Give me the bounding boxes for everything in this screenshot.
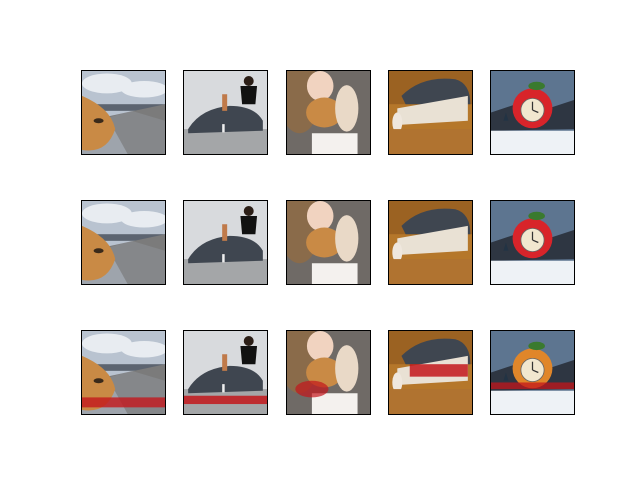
thumbnail-image (184, 71, 267, 154)
thumbnail-image (491, 331, 574, 414)
thumbnail-train-on-bridge-with-animal-face-row-2 (81, 200, 166, 285)
thumbnail-skateboarder-over-elephant-row-3 (183, 330, 268, 415)
thumbnail-apple-shaped-clock-in-snow-row-3 (490, 330, 575, 415)
thumbnail-elephant-over-crates-row-3 (388, 330, 473, 415)
thumbnail-image (184, 201, 267, 284)
thumbnail-skateboarder-over-elephant-row-2 (183, 200, 268, 285)
image-grid-figure (0, 0, 640, 480)
thumbnail-image (389, 71, 472, 154)
thumbnail-train-on-bridge-with-animal-face-row-1 (81, 70, 166, 155)
thumbnail-image (491, 201, 574, 284)
thumbnail-image (184, 331, 267, 414)
thumbnail-image (287, 71, 370, 154)
thumbnail-image (287, 331, 370, 414)
thumbnail-image (82, 201, 165, 284)
thumbnail-woman-holding-dogs-row-1 (286, 70, 371, 155)
thumbnail-image (82, 71, 165, 154)
thumbnail-woman-holding-dogs-row-2 (286, 200, 371, 285)
thumbnail-apple-shaped-clock-in-snow-row-2 (490, 200, 575, 285)
thumbnail-elephant-over-crates-row-2 (388, 200, 473, 285)
thumbnail-image (287, 201, 370, 284)
thumbnail-skateboarder-over-elephant-row-1 (183, 70, 268, 155)
thumbnail-woman-holding-dogs-row-3 (286, 330, 371, 415)
thumbnail-image (389, 331, 472, 414)
thumbnail-image (491, 71, 574, 154)
thumbnail-train-on-bridge-with-animal-face-row-3 (81, 330, 166, 415)
thumbnail-elephant-over-crates-row-1 (388, 70, 473, 155)
thumbnail-image (389, 201, 472, 284)
thumbnail-image (82, 331, 165, 414)
thumbnail-apple-shaped-clock-in-snow-row-1 (490, 70, 575, 155)
